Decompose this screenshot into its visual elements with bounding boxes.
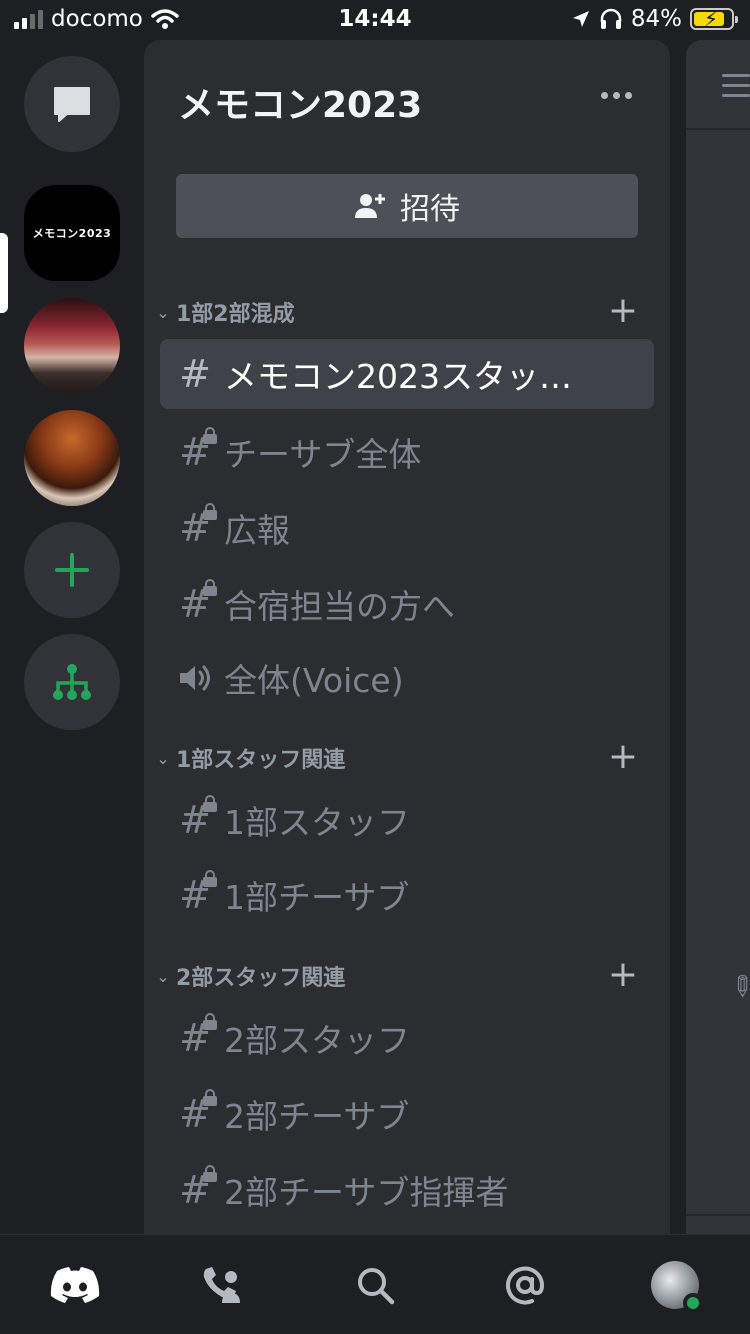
hash-icon: # [179,352,211,396]
explore-servers-button[interactable] [24,634,120,730]
discord-home-icon [50,1267,100,1303]
add-channel-icon[interactable]: + [608,293,638,329]
channel-label: 1部スタッフ [224,803,410,842]
channel-item[interactable]: # 合宿担当の方へ [160,569,654,639]
channel-item[interactable]: # 2部チーサブ指揮者 [160,1155,654,1225]
locked-hash-icon: # [179,870,217,914]
status-bar: docomo 14:44 84% ⚡ [0,0,750,40]
locked-hash-icon: # [179,795,217,839]
channel-panel: メモコン2023 招待 ⌄ 1部2部混成 + # メモコン2023スタッ… # … [144,40,670,1234]
speaker-icon [180,665,210,691]
channel-label: 全体(Voice) [224,661,404,700]
add-person-icon [355,194,385,218]
category-label: 2部スタッフ関連 [176,966,346,991]
divider [686,1214,750,1216]
channel-label: チーサブ全体 [224,435,422,474]
mentions-tab[interactable] [497,1257,553,1313]
channel-icon: # [166,870,224,914]
hub-icon [53,664,91,700]
invite-button[interactable]: 招待 [176,174,638,238]
channel-item[interactable]: # 2部チーサブ [160,1079,654,1149]
channel-icon [166,662,224,694]
server-memocon[interactable]: メモコン2023 [24,185,120,281]
add-channel-icon[interactable]: + [608,957,638,993]
more-options-icon[interactable] [601,92,632,99]
locked-hash-icon: # [179,1089,217,1133]
bottom-nav [0,1234,750,1334]
friends-icon [203,1267,240,1303]
category-label: 1部スタッフ関連 [176,748,346,773]
category-header[interactable]: ⌄ 1部2部混成 + [152,292,638,332]
server-photo-2[interactable] [24,410,120,506]
locked-hash-icon: # [179,1013,217,1057]
channel-item[interactable]: # チーサブ全体 [160,417,654,487]
chat-bubble-icon [54,87,90,122]
hamburger-menu-icon[interactable] [722,74,750,104]
chevron-down-icon: ⌄ [156,966,170,986]
mentions-icon [506,1266,545,1305]
channel-item[interactable]: # メモコン2023スタッ… [160,339,654,409]
category-label: 1部2部混成 [176,302,295,327]
chat-area-edge[interactable]: ✎ [686,40,750,1234]
avatar [651,1261,703,1313]
channel-icon: # [166,427,224,471]
battery-icon: ⚡ [690,7,738,31]
server-memocon-label: メモコン2023 [32,227,112,240]
channel-icon: # [166,503,224,547]
channel-icon: # [166,795,224,839]
server-title[interactable]: メモコン2023 [178,76,422,128]
channel-label: 2部チーサブ指揮者 [224,1173,509,1212]
channel-icon: # [166,1089,224,1133]
locked-hash-icon: # [179,503,217,547]
profile-tab[interactable] [647,1257,703,1313]
server-photo-1[interactable] [24,298,120,394]
direct-messages-button[interactable] [24,56,120,152]
channel-label: 合宿担当の方へ [224,587,455,626]
battery-percent: 84% [630,6,682,32]
pin-icon: ✎ [721,966,750,1007]
online-status-dot [683,1293,703,1313]
friends-tab[interactable] [194,1257,250,1313]
channel-label: 広報 [224,511,290,550]
channel-icon: # [166,579,224,623]
search-tab[interactable] [347,1257,403,1313]
plus-icon [55,553,89,587]
location-icon [572,11,589,27]
channel-label: 2部チーサブ [224,1097,410,1136]
channel-item[interactable]: # 1部スタッフ [160,785,654,855]
channel-icon: # [166,1165,224,1209]
channel-item[interactable]: # 1部チーサブ [160,860,654,930]
locked-hash-icon: # [179,1165,217,1209]
status-right: 84% ⚡ [571,6,738,32]
charging-bolt-icon: ⚡ [704,7,719,31]
search-icon [358,1268,395,1305]
selected-server-indicator [0,233,8,313]
channel-label: メモコン2023スタッ… [224,357,572,396]
category-header[interactable]: ⌄ 2部スタッフ関連 + [152,956,638,996]
channel-item[interactable]: # 2部スタッフ [160,1003,654,1073]
invite-label: 招待 [400,192,460,227]
home-tab[interactable] [47,1257,103,1313]
channel-icon: # [166,355,224,393]
divider [686,128,750,130]
voice-channel-item[interactable]: 全体(Voice) [160,643,654,713]
category-header[interactable]: ⌄ 1部スタッフ関連 + [152,738,638,778]
channel-icon: # [166,1013,224,1057]
channel-item[interactable]: # 広報 [160,493,654,563]
add-server-button[interactable] [24,522,120,618]
chevron-down-icon: ⌄ [156,302,170,322]
server-rail: メモコン2023 [0,40,144,1234]
locked-hash-icon: # [179,579,217,623]
channel-label: 1部チーサブ [224,878,410,917]
chevron-down-icon: ⌄ [156,748,170,768]
channel-label: 2部スタッフ [224,1021,410,1060]
add-channel-icon[interactable]: + [608,739,638,775]
locked-hash-icon: # [179,427,217,471]
headphones-icon [600,8,622,29]
